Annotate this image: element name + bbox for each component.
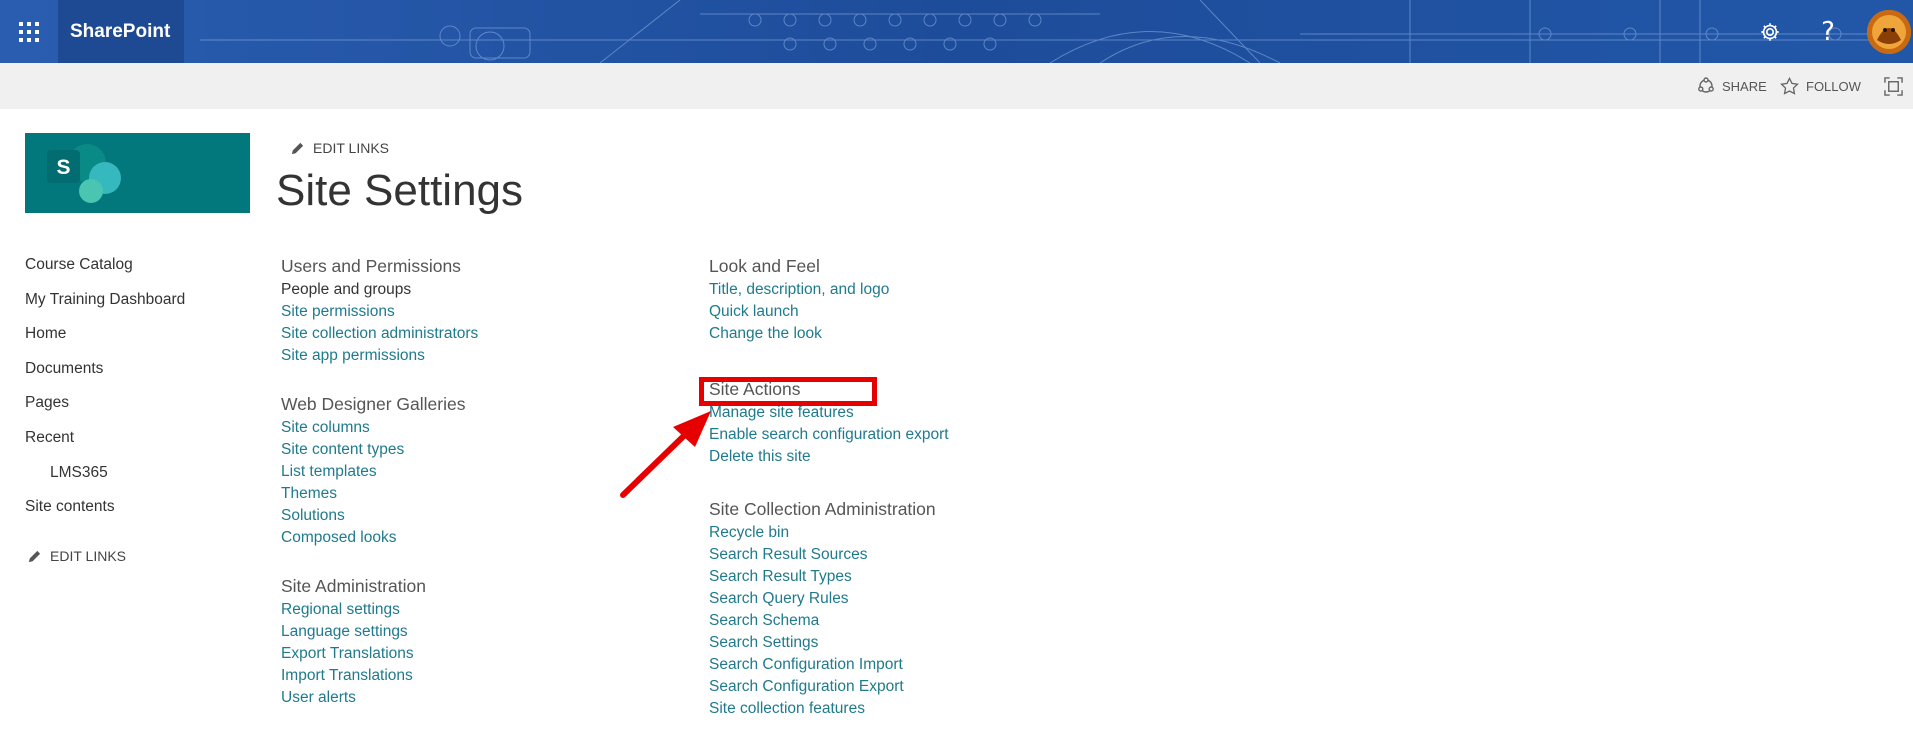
nav-item-my-training-dashboard[interactable]: My Training Dashboard: [25, 288, 255, 323]
link-list-templates[interactable]: List templates: [281, 461, 701, 483]
link-people-and-groups[interactable]: People and groups: [281, 279, 701, 301]
link-site-app-permissions[interactable]: Site app permissions: [281, 345, 701, 367]
link-import-translations[interactable]: Import Translations: [281, 665, 701, 687]
follow-button[interactable]: FOLLOW: [1780, 63, 1861, 109]
section-site-actions: Site Actions Manage site features Enable…: [709, 378, 1129, 468]
blueprint-banner-background: [0, 0, 1913, 63]
link-recycle-bin[interactable]: Recycle bin: [709, 522, 1129, 544]
section-heading: Site Administration: [281, 576, 426, 596]
link-site-collection-features[interactable]: Site collection features: [709, 698, 1129, 720]
link-delete-this-site[interactable]: Delete this site: [709, 446, 1129, 468]
link-site-columns[interactable]: Site columns: [281, 417, 701, 439]
link-export-translations[interactable]: Export Translations: [281, 643, 701, 665]
focus-mode-icon: [1884, 76, 1903, 96]
sharepoint-logo-icon: S: [47, 144, 121, 203]
pencil-icon: [291, 142, 304, 154]
link-search-query-rules[interactable]: Search Query Rules: [709, 588, 1129, 610]
gear-icon: [1761, 22, 1779, 41]
share-icon: [1698, 77, 1714, 93]
follow-label: FOLLOW: [1806, 78, 1861, 94]
nav-item-pages[interactable]: Pages: [25, 391, 255, 426]
link-user-alerts[interactable]: User alerts: [281, 687, 701, 709]
link-manage-site-features[interactable]: Manage site features: [709, 402, 1129, 424]
link-search-configuration-import[interactable]: Search Configuration Import: [709, 654, 1129, 676]
settings-column-right: Look and Feel Title, description, and lo…: [709, 255, 1129, 734]
settings-button[interactable]: [1741, 0, 1799, 63]
settings-column-left: Users and Permissions People and groups …: [281, 255, 701, 734]
edit-links-nav-button[interactable]: EDIT LINKS: [27, 548, 126, 564]
link-quick-launch[interactable]: Quick launch: [709, 301, 1129, 323]
link-enable-search-configuration-export[interactable]: Enable search configuration export: [709, 424, 1129, 446]
section-web-designer-galleries: Web Designer Galleries Site columns Site…: [281, 393, 701, 549]
nav-item-site-contents[interactable]: Site contents: [25, 495, 255, 530]
section-heading: Web Designer Galleries: [281, 394, 466, 414]
link-title-description-logo[interactable]: Title, description, and logo: [709, 279, 1129, 301]
link-site-collection-administrators[interactable]: Site collection administrators: [281, 323, 701, 345]
nav-item-recent[interactable]: Recent: [25, 426, 255, 461]
section-site-administration: Site Administration Regional settings La…: [281, 575, 701, 709]
link-search-result-types[interactable]: Search Result Types: [709, 566, 1129, 588]
link-solutions[interactable]: Solutions: [281, 505, 701, 527]
app-name-link[interactable]: SharePoint: [58, 0, 184, 63]
nav-item-home[interactable]: Home: [25, 322, 255, 357]
page-title: Site Settings: [276, 166, 524, 215]
section-heading: Site Actions: [709, 379, 801, 399]
help-button[interactable]: ?: [1799, 0, 1857, 63]
link-search-settings[interactable]: Search Settings: [709, 632, 1129, 654]
link-site-permissions[interactable]: Site permissions: [281, 301, 701, 323]
star-icon: [1780, 77, 1799, 95]
section-site-collection-administration: Site Collection Administration Recycle b…: [709, 498, 1129, 720]
app-launcher-button[interactable]: [0, 0, 58, 63]
focus-mode-button[interactable]: [1884, 63, 1903, 109]
link-site-content-types[interactable]: Site content types: [281, 439, 701, 461]
section-heading: Site Collection Administration: [709, 499, 936, 519]
site-logo[interactable]: S: [25, 133, 250, 213]
section-look-and-feel: Look and Feel Title, description, and lo…: [709, 255, 1129, 345]
share-button[interactable]: SHARE: [1697, 63, 1767, 109]
link-themes[interactable]: Themes: [281, 483, 701, 505]
section-heading: Users and Permissions: [281, 256, 461, 276]
suite-bar: SharePoint ?: [0, 0, 1913, 63]
section-heading: Look and Feel: [709, 256, 820, 276]
section-users-and-permissions: Users and Permissions People and groups …: [281, 255, 701, 367]
link-change-the-look[interactable]: Change the look: [709, 323, 1129, 345]
link-language-settings[interactable]: Language settings: [281, 621, 701, 643]
link-search-configuration-export[interactable]: Search Configuration Export: [709, 676, 1129, 698]
share-label: SHARE: [1722, 78, 1767, 94]
waffle-icon: [19, 21, 39, 42]
action-bar: SHARE FOLLOW: [0, 63, 1913, 109]
edit-links-nav-label: EDIT LINKS: [50, 548, 126, 564]
left-navigation: Course Catalog My Training Dashboard Hom…: [25, 253, 255, 530]
avatar[interactable]: [1867, 10, 1911, 54]
logo-letter: S: [56, 156, 70, 179]
help-icon: ?: [1821, 16, 1835, 47]
nav-item-documents[interactable]: Documents: [25, 357, 255, 392]
link-search-result-sources[interactable]: Search Result Sources: [709, 544, 1129, 566]
link-search-schema[interactable]: Search Schema: [709, 610, 1129, 632]
user-photo-icon: [1867, 10, 1911, 54]
link-composed-looks[interactable]: Composed looks: [281, 527, 701, 549]
pencil-icon: [28, 550, 41, 562]
nav-item-lms365[interactable]: LMS365: [25, 461, 255, 496]
edit-links-top-label: EDIT LINKS: [313, 140, 389, 156]
nav-item-course-catalog[interactable]: Course Catalog: [25, 253, 255, 288]
link-regional-settings[interactable]: Regional settings: [281, 599, 701, 621]
edit-links-top-button[interactable]: EDIT LINKS: [290, 140, 389, 156]
